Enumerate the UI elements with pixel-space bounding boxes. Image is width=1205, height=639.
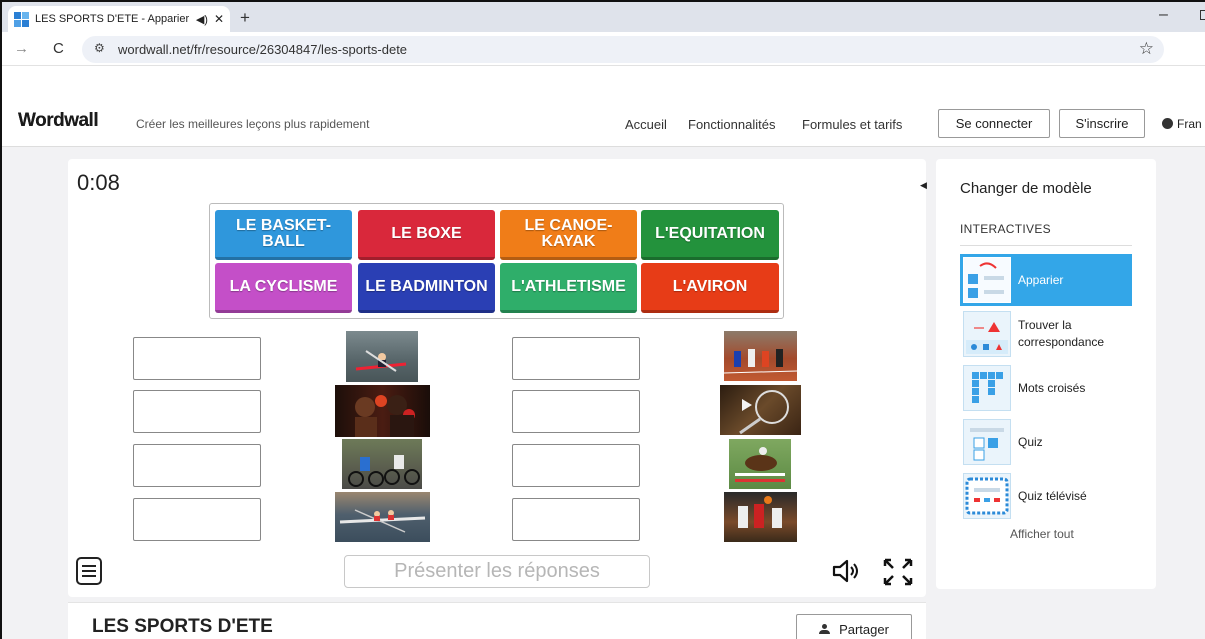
wordwall-logo-text[interactable]: Wordwall xyxy=(18,110,99,132)
browser-toolbar: → C ⚙ wordwall.net/fr/resource/26304847/… xyxy=(2,32,1205,83)
tile-equitation[interactable]: L'EQUITATION xyxy=(641,210,779,260)
crossword-icon xyxy=(963,365,1011,411)
share-label: Partager xyxy=(839,621,889,637)
show-all-link[interactable]: Afficher tout xyxy=(1010,527,1074,541)
reload-icon[interactable]: C xyxy=(53,40,64,57)
tile-aviron[interactable]: L'AVIRON xyxy=(641,263,779,313)
template-label: Quiz xyxy=(1018,435,1043,449)
photo-canoe-kayak xyxy=(346,331,418,382)
nav-fonctionnalites[interactable]: Fonctionnalités xyxy=(688,117,775,132)
tab-close-icon[interactable]: ✕ xyxy=(214,12,224,26)
answer-box-6[interactable] xyxy=(512,390,640,433)
quiz-icon xyxy=(963,419,1011,465)
window: LES SPORTS D'ETE - Apparier ◀) ✕ + – → C… xyxy=(0,0,1205,639)
signup-button[interactable]: S'inscrire xyxy=(1059,109,1145,138)
template-trouver-la-correspondance[interactable]: Trouver la correspondance xyxy=(960,308,1132,360)
sidebar-divider xyxy=(960,245,1132,246)
language-label: Fran xyxy=(1177,117,1202,131)
fullscreen-icon[interactable] xyxy=(882,557,914,587)
forward-arrow-icon[interactable]: → xyxy=(14,40,29,57)
minimize-button[interactable]: – xyxy=(1159,6,1168,24)
menu-icon[interactable] xyxy=(76,557,102,585)
nav-accueil[interactable]: Accueil xyxy=(625,117,667,132)
gameshow-quiz-icon xyxy=(963,473,1011,519)
template-label: Mots croisés xyxy=(1018,381,1086,395)
tile-athletisme[interactable]: L'ATHLETISME xyxy=(500,263,637,313)
tile-label: L'AVIRON xyxy=(672,277,748,295)
browser-tab-bar: LES SPORTS D'ETE - Apparier ◀) ✕ + – xyxy=(2,2,1205,32)
nav-formules-tarifs[interactable]: Formules et tarifs xyxy=(802,117,902,132)
tile-bank: LE BASKET-BALL LE BOXE LE CANOE-KAYAK L'… xyxy=(209,203,784,319)
tile-basket-ball[interactable]: LE BASKET-BALL xyxy=(215,210,352,260)
login-button[interactable]: Se connecter xyxy=(938,109,1050,138)
photo-badminton xyxy=(720,385,801,435)
bookmark-star-icon[interactable]: ☆ xyxy=(1139,39,1154,59)
maximize-button[interactable] xyxy=(1200,10,1205,20)
template-mots-croises[interactable]: Mots croisés xyxy=(960,362,1132,414)
tile-label: LE BASKET-BALL xyxy=(235,216,332,250)
photo-athletisme xyxy=(724,331,797,381)
template-quiz-televise[interactable]: Quiz télévisé xyxy=(960,470,1132,522)
answer-box-2[interactable] xyxy=(133,390,261,433)
sidebar-section-label: INTERACTIVES xyxy=(960,222,1051,236)
tile-label: L'ATHLETISME xyxy=(511,277,626,295)
tile-label: L'EQUITATION xyxy=(655,224,765,242)
photo-equitation xyxy=(729,439,791,489)
share-person-icon xyxy=(819,624,831,634)
tile-boxe[interactable]: LE BOXE xyxy=(358,210,495,260)
tile-label: LE BOXE xyxy=(391,224,462,242)
photo-aviron xyxy=(335,492,430,542)
language-selector[interactable]: Fran xyxy=(1162,117,1202,131)
tile-badminton[interactable]: LE BADMINTON xyxy=(358,263,495,313)
tile-cyclisme[interactable]: LA CYCLISME xyxy=(215,263,352,313)
photo-basket-ball xyxy=(724,492,797,542)
tagline: Créer les meilleures leçons plus rapidem… xyxy=(136,117,370,131)
globe-icon xyxy=(1162,118,1173,129)
address-bar[interactable]: ⚙ wordwall.net/fr/resource/26304847/les-… xyxy=(82,36,1164,63)
tab-audio-icon[interactable]: ◀) xyxy=(196,13,208,26)
tile-label: LE CANOE-KAYAK xyxy=(524,216,613,250)
url-text[interactable]: wordwall.net/fr/resource/26304847/les-sp… xyxy=(118,42,407,57)
wordwall-favicon-icon xyxy=(14,11,29,27)
collapse-arrow-icon[interactable]: ◀ xyxy=(920,180,927,191)
template-label: Trouver la correspondance xyxy=(1018,318,1105,349)
tile-canoe-kayak[interactable]: LE CANOE-KAYAK xyxy=(500,210,637,260)
photo-cyclisme xyxy=(342,439,422,489)
template-label: Apparier xyxy=(1018,273,1064,287)
tab-title: LES SPORTS D'ETE - Apparier xyxy=(35,13,190,25)
site-settings-icon[interactable]: ⚙ xyxy=(94,41,105,55)
sidebar-title: Changer de modèle xyxy=(960,180,1092,197)
answer-box-3[interactable] xyxy=(133,444,261,487)
new-tab-button[interactable]: + xyxy=(240,8,250,28)
tile-label: LE BADMINTON xyxy=(365,277,488,295)
template-quiz[interactable]: Quiz xyxy=(960,416,1132,468)
browser-tab[interactable]: LES SPORTS D'ETE - Apparier ◀) ✕ xyxy=(8,6,230,32)
template-apparier[interactable]: Apparier xyxy=(960,254,1132,306)
answer-box-8[interactable] xyxy=(512,498,640,541)
template-label: Quiz télévisé xyxy=(1018,489,1087,503)
tile-label: LA CYCLISME xyxy=(229,277,338,295)
speaker-icon[interactable] xyxy=(832,559,862,583)
match-up-icon xyxy=(963,311,1011,357)
share-button[interactable]: Partager xyxy=(796,614,912,639)
show-answers-button[interactable]: Présenter les réponses xyxy=(344,555,650,588)
answer-box-4[interactable] xyxy=(133,498,261,541)
apparier-icon xyxy=(963,257,1011,303)
timer: 0:08 xyxy=(77,170,120,195)
answer-box-1[interactable] xyxy=(133,337,261,380)
answer-box-5[interactable] xyxy=(512,337,640,380)
answer-box-7[interactable] xyxy=(512,444,640,487)
photo-boxe xyxy=(335,385,430,437)
activity-title: LES SPORTS D'ETE xyxy=(92,616,273,637)
